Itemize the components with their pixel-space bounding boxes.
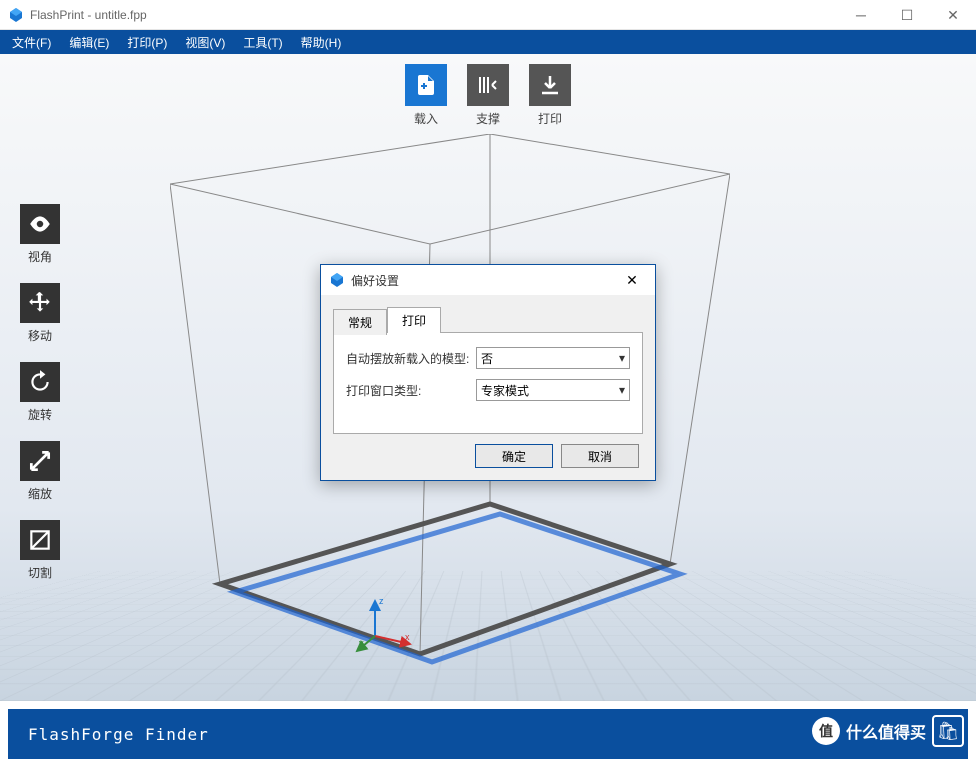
menu-view[interactable]: 视图(V) bbox=[185, 34, 225, 51]
watermark: 值 什么值得买 🛍 bbox=[812, 715, 964, 747]
dialog-overlay: 偏好设置 ✕ 常规 打印 自动摆放新载入的模型: 否 打印窗口类型: 专家模式 bbox=[0, 54, 976, 701]
menu-help[interactable]: 帮助(H) bbox=[301, 34, 342, 51]
dialog-title: 偏好设置 bbox=[351, 272, 617, 289]
menubar: 文件(F) 编辑(E) 打印(P) 视图(V) 工具(T) 帮助(H) bbox=[0, 30, 976, 54]
minimize-button[interactable]: ─ bbox=[838, 0, 884, 30]
watermark-badge-icon: 值 bbox=[812, 717, 840, 745]
window-title: FlashPrint - untitle.fpp bbox=[30, 8, 968, 22]
dialog-buttons: 确定 取消 bbox=[333, 434, 643, 472]
window-type-row: 打印窗口类型: 专家模式 bbox=[346, 379, 630, 401]
watermark-text: 什么值得买 bbox=[846, 719, 926, 743]
menu-edit[interactable]: 编辑(E) bbox=[69, 34, 109, 51]
auto-place-select[interactable]: 否 bbox=[476, 347, 630, 369]
app-icon bbox=[8, 7, 24, 23]
window-controls: ─ ☐ ✕ bbox=[838, 0, 976, 30]
printer-name: FlashForge Finder bbox=[28, 725, 948, 744]
dialog-close-button[interactable]: ✕ bbox=[617, 266, 647, 294]
preferences-dialog: 偏好设置 ✕ 常规 打印 自动摆放新载入的模型: 否 打印窗口类型: 专家模式 bbox=[320, 264, 656, 481]
auto-place-value: 否 bbox=[481, 350, 493, 367]
window-titlebar: FlashPrint - untitle.fpp ─ ☐ ✕ bbox=[0, 0, 976, 30]
cancel-button[interactable]: 取消 bbox=[561, 444, 639, 468]
window-type-label: 打印窗口类型: bbox=[346, 382, 476, 399]
menu-print[interactable]: 打印(P) bbox=[127, 34, 167, 51]
auto-place-row: 自动摆放新载入的模型: 否 bbox=[346, 347, 630, 369]
window-type-select[interactable]: 专家模式 bbox=[476, 379, 630, 401]
window-type-value: 专家模式 bbox=[481, 382, 529, 399]
watermark-shop-icon: 🛍 bbox=[932, 715, 964, 747]
dialog-body: 常规 打印 自动摆放新载入的模型: 否 打印窗口类型: 专家模式 bbox=[321, 295, 655, 480]
menu-tools[interactable]: 工具(T) bbox=[243, 34, 282, 51]
tab-content: 自动摆放新载入的模型: 否 打印窗口类型: 专家模式 bbox=[333, 332, 643, 434]
ok-button[interactable]: 确定 bbox=[475, 444, 553, 468]
tab-strip: 常规 打印 bbox=[333, 307, 643, 333]
menu-file[interactable]: 文件(F) bbox=[12, 34, 51, 51]
dialog-titlebar[interactable]: 偏好设置 ✕ bbox=[321, 265, 655, 295]
tab-general[interactable]: 常规 bbox=[333, 309, 387, 335]
tab-print[interactable]: 打印 bbox=[387, 307, 441, 333]
close-button[interactable]: ✕ bbox=[930, 0, 976, 30]
maximize-button[interactable]: ☐ bbox=[884, 0, 930, 30]
dialog-app-icon bbox=[329, 272, 345, 288]
auto-place-label: 自动摆放新载入的模型: bbox=[346, 350, 476, 367]
